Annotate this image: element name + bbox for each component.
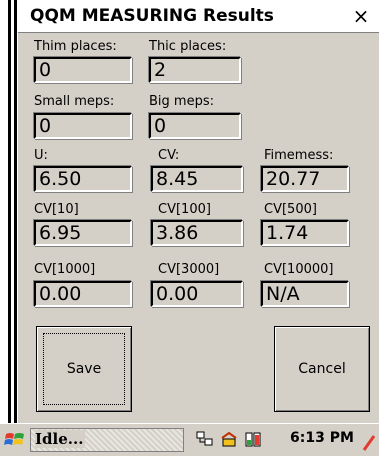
left-frame xyxy=(0,0,17,423)
clock[interactable]: 6:13 PM xyxy=(290,430,354,446)
u-label: U: xyxy=(34,148,48,163)
cv10-field: 6.95 xyxy=(34,220,132,246)
cancel-button-label: Cancel xyxy=(298,361,346,377)
cv100-field: 3.86 xyxy=(151,220,243,246)
thick-places-field: 2 xyxy=(149,57,241,83)
status-text: Idle... xyxy=(35,430,86,448)
thin-places-field: 0 xyxy=(34,57,132,83)
close-icon[interactable]: × xyxy=(348,4,374,28)
thick-places-label: Thic places: xyxy=(149,39,227,54)
cv500-label: CV[500] xyxy=(264,202,317,217)
cv1000-field: 0.00 xyxy=(34,281,132,307)
windows-flag-icon[interactable] xyxy=(4,429,26,451)
battery-icon[interactable] xyxy=(244,430,262,448)
taskbar: Idle... 6:13 PM xyxy=(0,423,379,456)
thin-places-label: Thim places: xyxy=(34,39,117,54)
window-title: QQM MEASURING Results xyxy=(30,6,274,26)
fineness-label: Fimemess: xyxy=(264,148,334,163)
cv-field: 8.45 xyxy=(151,166,243,192)
cv-label: CV: xyxy=(158,148,180,163)
small-neps-field: 0 xyxy=(34,113,132,139)
cv1000-label: CV[1000] xyxy=(34,262,96,277)
network-icon[interactable] xyxy=(196,430,214,448)
big-neps-field: 0 xyxy=(149,113,241,139)
cv3000-field: 0.00 xyxy=(151,281,243,307)
cancel-button[interactable]: Cancel xyxy=(274,326,370,412)
big-neps-label: Big meps: xyxy=(149,94,214,109)
cv10-label: CV[10] xyxy=(34,202,79,217)
title-bar: QQM MEASURING Results × xyxy=(18,0,379,33)
sync-icon[interactable] xyxy=(220,430,238,448)
cv10000-label: CV[10000] xyxy=(264,262,334,277)
save-button-label: Save xyxy=(66,361,102,377)
pen-icon[interactable] xyxy=(362,434,376,452)
results-window: QQM MEASURING Results × Thim places: 0 T… xyxy=(17,0,379,423)
cv3000-label: CV[3000] xyxy=(158,262,220,277)
small-neps-label: Small meps: xyxy=(34,94,115,109)
cv10000-field: N/A xyxy=(261,281,349,307)
status-bar: Idle... xyxy=(30,428,184,452)
fineness-field: 20.77 xyxy=(261,166,349,192)
u-field: 6.50 xyxy=(34,166,132,192)
cv500-field: 1.74 xyxy=(261,220,349,246)
save-button[interactable]: Save xyxy=(36,326,132,412)
cv100-label: CV[100] xyxy=(158,202,211,217)
